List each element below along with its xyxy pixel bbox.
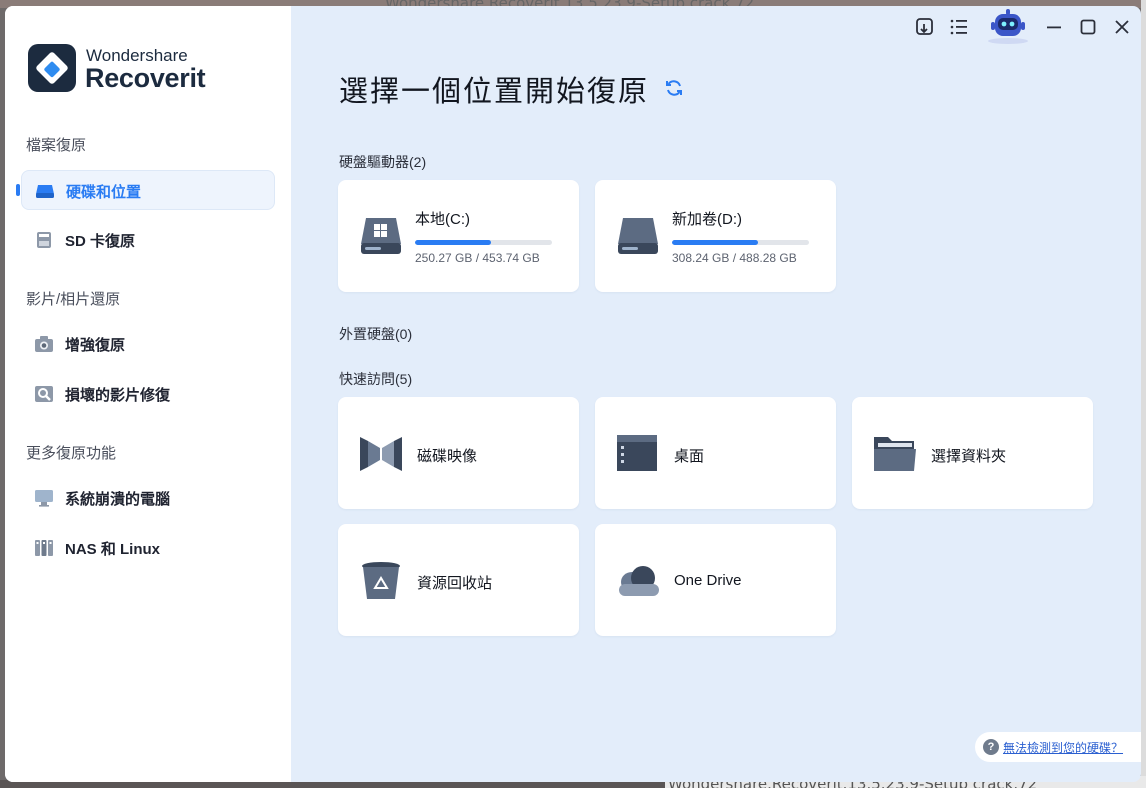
app-window: Wondershare Recoverit 檔案復原 硬碟和位置 SD 卡復原 … [5,6,1141,782]
sidebar-item-label: 系統崩潰的電腦 [65,491,171,508]
sidebar-item-label: 損壞的影片修復 [65,387,171,404]
sidebar-item-nas-linux[interactable]: NAS 和 Linux [21,528,275,568]
question-icon: ? [983,739,999,755]
camera-icon [35,336,53,352]
quick-access-label: 桌面 [674,448,705,465]
sidebar-item-label: 硬碟和位置 [66,184,142,201]
close-icon[interactable] [1111,16,1133,38]
drive-card-d[interactable]: 新加卷(D:) 308.24 GB / 488.28 GB [595,180,836,292]
drive-usage-fill [672,240,759,245]
quick-access-label: One Drive [674,572,742,589]
desktop-background-right [1141,0,1146,788]
recoverit-logo [28,44,76,92]
nas-icon [35,540,53,556]
minimize-icon[interactable] [1043,16,1065,38]
maximize-icon[interactable] [1077,16,1099,38]
quick-access-select-folder[interactable]: 選擇資料夾 [852,397,1093,509]
section-file-recovery: 檔案復原 [26,137,87,154]
drive-size: 250.27 GB / 453.74 GB [415,251,540,265]
windows-drive-icon [361,218,401,254]
drive-card-c[interactable]: 本地(C:) 250.27 GB / 453.74 GB [338,180,579,292]
sidebar-item-drives-locations[interactable]: 硬碟和位置 [21,170,275,210]
drive-usage-fill [415,240,491,245]
quick-access-label: 選擇資料夾 [931,448,1007,465]
sidebar-item-label: NAS 和 Linux [65,541,161,558]
drive-name: 新加卷(D:) [672,211,742,228]
recycle-bin-icon [362,562,400,599]
quick-access-label: 磁碟映像 [417,448,478,465]
desktop-icon [617,435,657,471]
sidebar: Wondershare Recoverit 檔案復原 硬碟和位置 SD 卡復原 … [5,6,291,782]
quick-access-desktop[interactable]: 桌面 [595,397,836,509]
robot-assistant-icon[interactable] [983,8,1033,44]
menu-icon[interactable] [948,16,970,38]
quick-access-heading: 快速訪問(5) [339,371,413,387]
refresh-icon[interactable] [664,78,684,98]
quick-access-disk-image[interactable]: 磁碟映像 [338,397,579,509]
section-more-recovery: 更多復原功能 [26,445,117,462]
active-indicator [16,184,20,196]
onedrive-icon [619,566,659,596]
sidebar-item-label: SD 卡復原 [65,233,136,250]
sd-card-icon [37,232,51,248]
main-panel: 選擇一個位置開始復原 硬盤驅動器(2) 本地(C:) 250.27 GB / 4… [291,6,1141,782]
hard-drives-heading: 硬盤驅動器(2) [339,154,427,170]
sidebar-item-video-repair[interactable]: 損壞的影片修復 [21,374,275,414]
folder-icon [874,437,916,471]
brand-product: Recoverit [85,63,206,93]
disk-image-icon [360,437,402,471]
sidebar-item-enhanced-recovery[interactable]: 增強復原 [21,324,275,364]
help-link[interactable]: ? 無法檢測到您的硬碟？ [975,732,1141,762]
section-video-photo: 影片/相片還原 [26,291,121,308]
quick-access-onedrive[interactable]: One Drive [595,524,836,636]
drive-name: 本地(C:) [415,211,470,228]
sidebar-item-label: 增強復原 [65,337,126,354]
help-link-text: 無法檢測到您的硬碟？ [1003,741,1124,755]
monitor-icon [35,490,53,507]
sidebar-item-crashed-computer[interactable]: 系統崩潰的電腦 [21,478,275,518]
video-repair-icon [35,386,53,402]
quick-access-label: 資源回收站 [417,575,493,592]
drive-size: 308.24 GB / 488.28 GB [672,251,797,265]
hard-drive-icon [618,218,658,254]
drive-usage-bar [672,240,809,245]
page-title: 選擇一個位置開始復原 [339,74,650,108]
external-drives-heading: 外置硬盤(0) [339,326,413,342]
quick-access-recycle-bin[interactable]: 資源回收站 [338,524,579,636]
drive-usage-bar [415,240,552,245]
sidebar-item-sd-card[interactable]: SD 卡復原 [21,220,275,260]
drive-icon [36,185,54,198]
feedback-icon[interactable] [914,16,936,38]
